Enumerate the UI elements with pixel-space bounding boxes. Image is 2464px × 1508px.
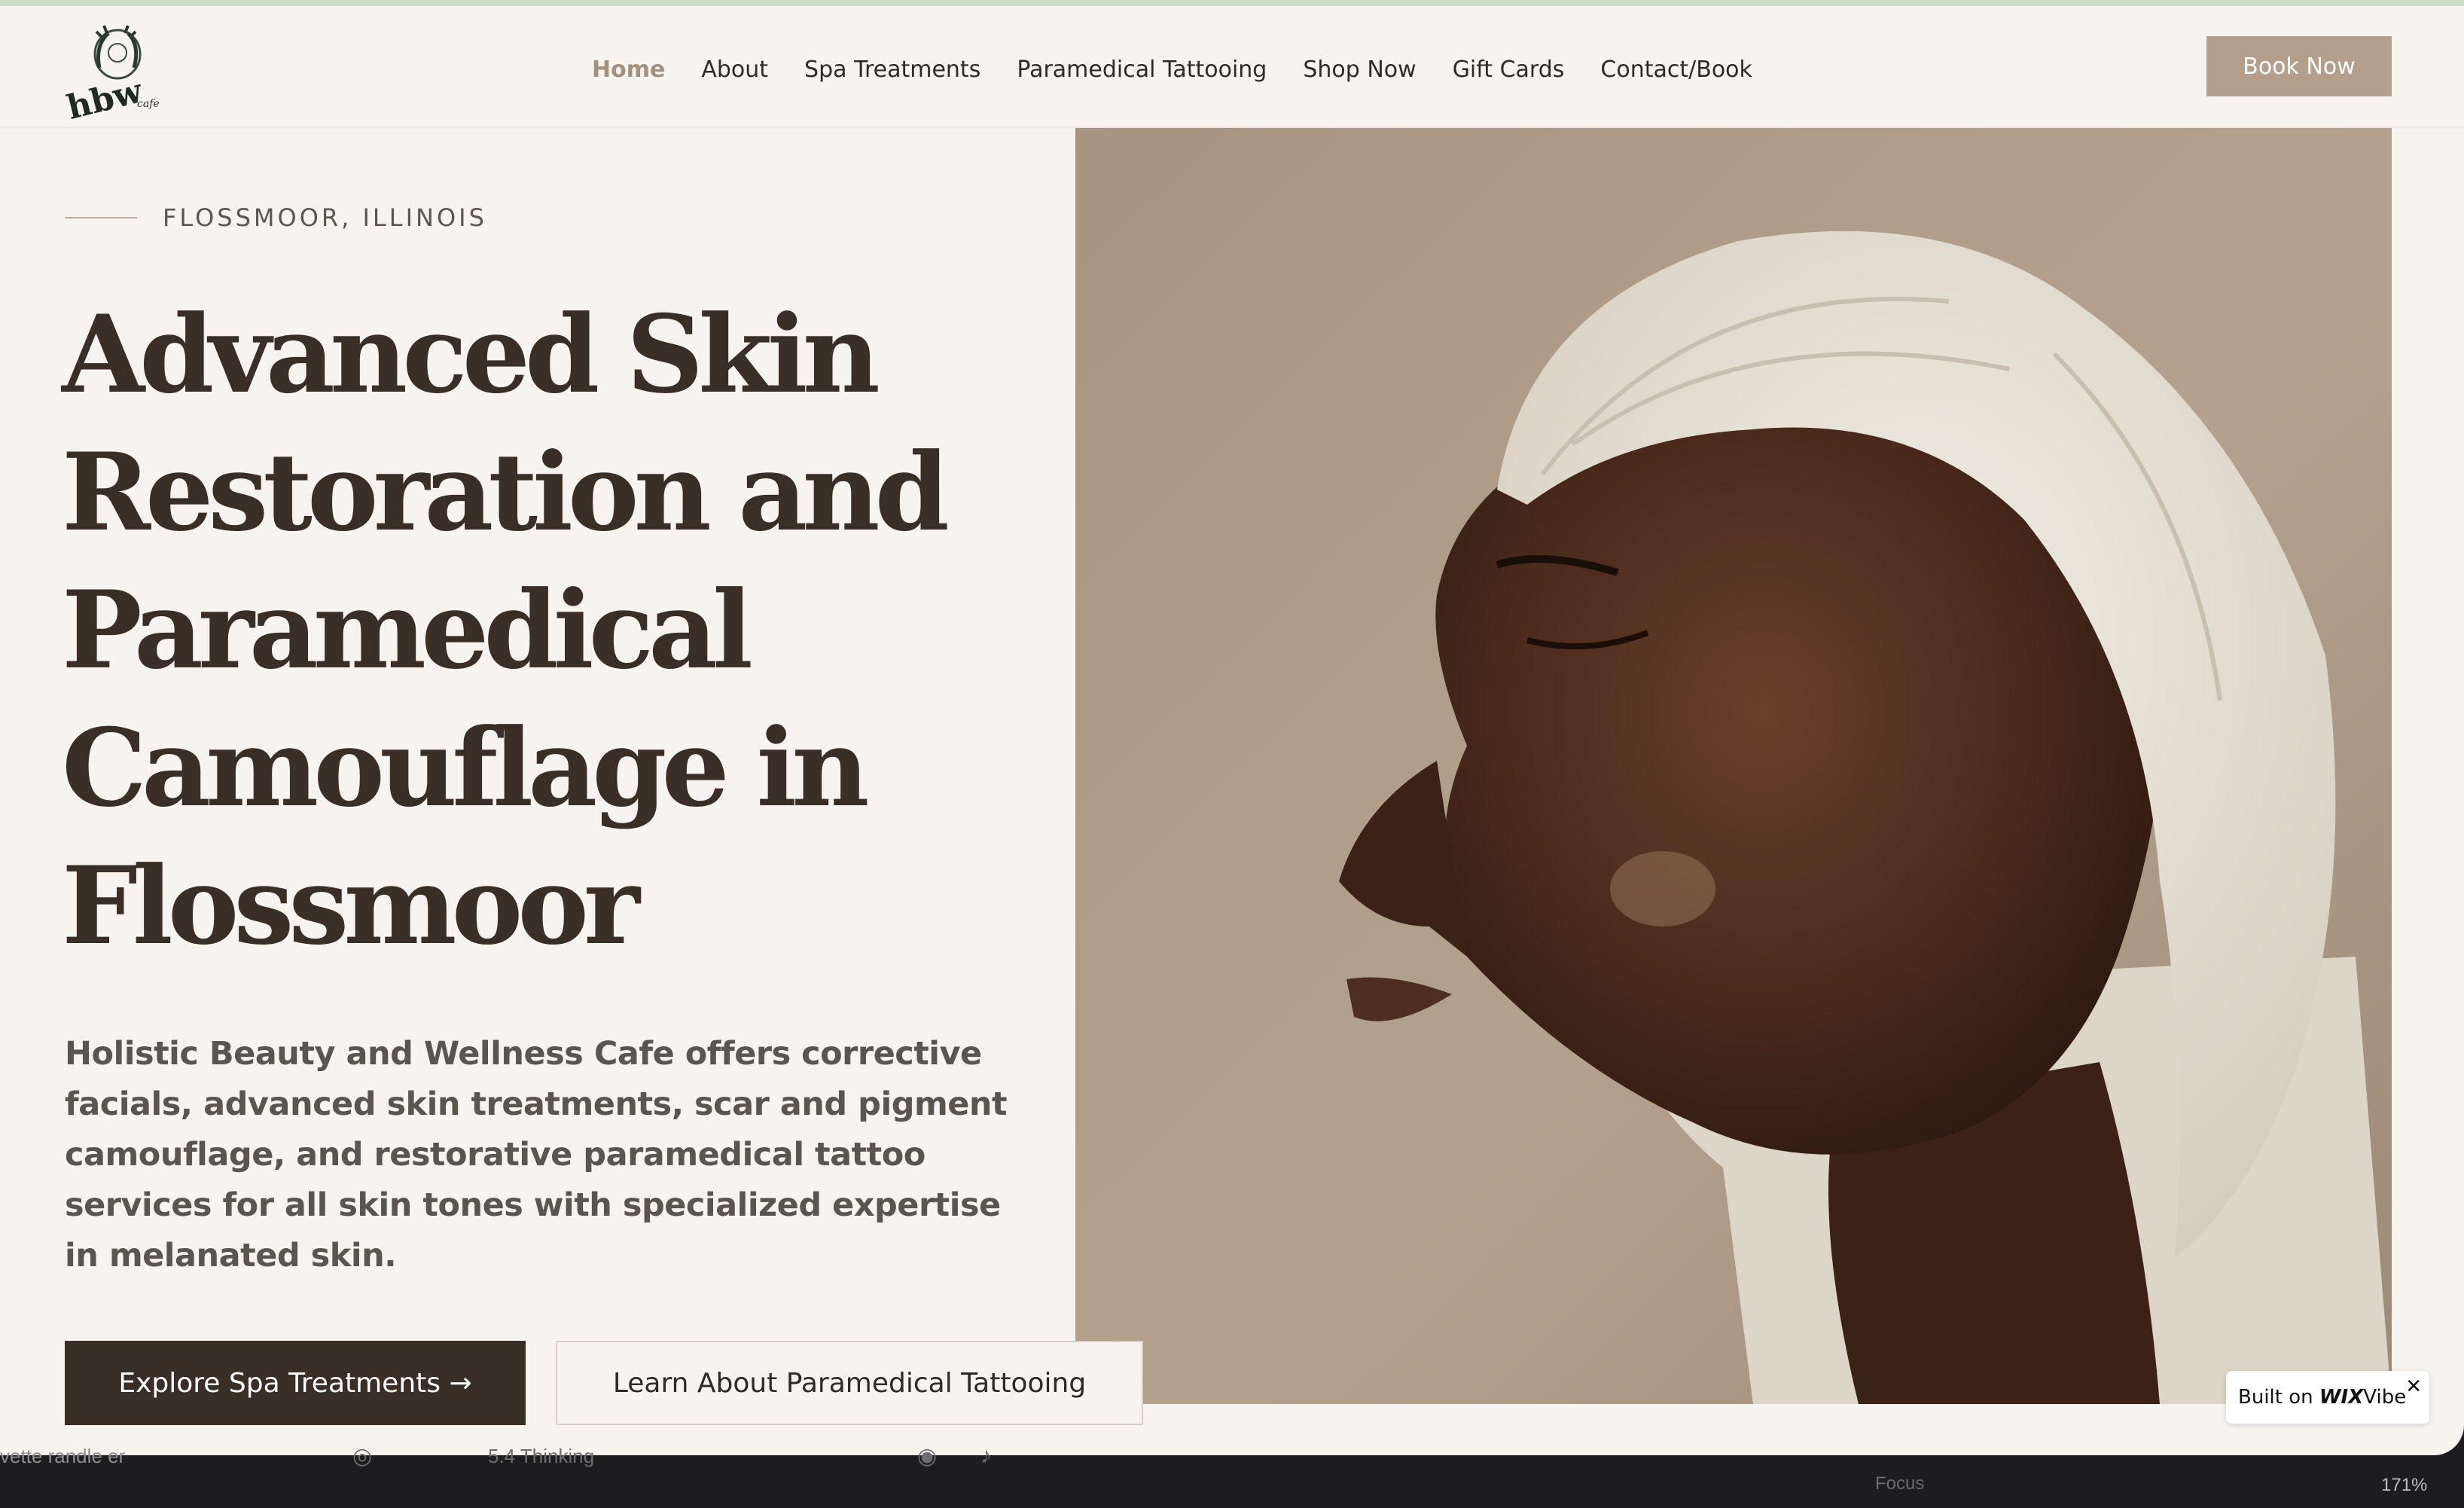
focus-label[interactable]: Focus [1875,1473,1924,1494]
logo-icon[interactable]: hbw cafe [63,23,164,127]
svg-text:hbw: hbw [65,72,147,122]
website-page: hbw cafe Home About Spa Treatments Param… [0,6,2464,1455]
learn-about-paramedical-tattooing-button[interactable]: Learn About Paramedical Tattooing [556,1341,1143,1425]
site-header: hbw cafe Home About Spa Treatments Param… [0,6,2464,128]
globe-icon[interactable]: ◎ [352,1443,372,1470]
os-left-text: vette randle er [0,1445,126,1467]
location-label: FLOSSMOOR, ILLINOIS [163,203,487,232]
book-now-button[interactable]: Book Now [2206,36,2392,96]
location-eyebrow: FLOSSMOOR, ILLINOIS [65,203,487,232]
nav-about[interactable]: About [701,51,768,89]
wix-badge-prefix: Built on [2238,1386,2319,1409]
nav-contact-book[interactable]: Contact/Book [1600,51,1752,89]
top-accent-line [0,0,2464,6]
nav-home[interactable]: Home [592,51,665,89]
hero-photo [1075,128,2392,1404]
built-on-wix-badge[interactable]: Built on WIXVibe ✕ [2226,1371,2429,1424]
nav-gift-cards[interactable]: Gift Cards [1453,51,1565,89]
thinking-status: 5.4 Thinking [488,1445,595,1467]
nav-shop-now[interactable]: Shop Now [1303,51,1416,89]
wix-badge-suffix: Vibe [2363,1386,2407,1409]
close-icon[interactable]: ✕ [2405,1360,2422,1413]
wix-badge-brand: WIX [2319,1386,2364,1409]
main-nav: Home About Spa Treatments Paramedical Ta… [592,51,1789,89]
svg-text:cafe: cafe [137,98,160,110]
hero-description: Holistic Beauty and Wellness Cafe offers… [65,1035,1008,1274]
mic-icon[interactable]: ♪ [980,1443,992,1469]
nav-spa-treatments[interactable]: Spa Treatments [804,51,980,89]
wix-badge-text: Built on WIXVibe [2238,1371,2406,1424]
eyebrow-divider [65,217,137,218]
explore-spa-treatments-button[interactable]: Explore Spa Treatments → [65,1341,526,1425]
zoom-level: 171% [2381,1475,2428,1495]
nav-paramedical-tattooing[interactable]: Paramedical Tattooing [1017,51,1267,89]
record-icon[interactable]: ◉ [917,1443,937,1470]
hero-headline: Advanced Skin Restoration and Paramedica… [62,292,950,969]
